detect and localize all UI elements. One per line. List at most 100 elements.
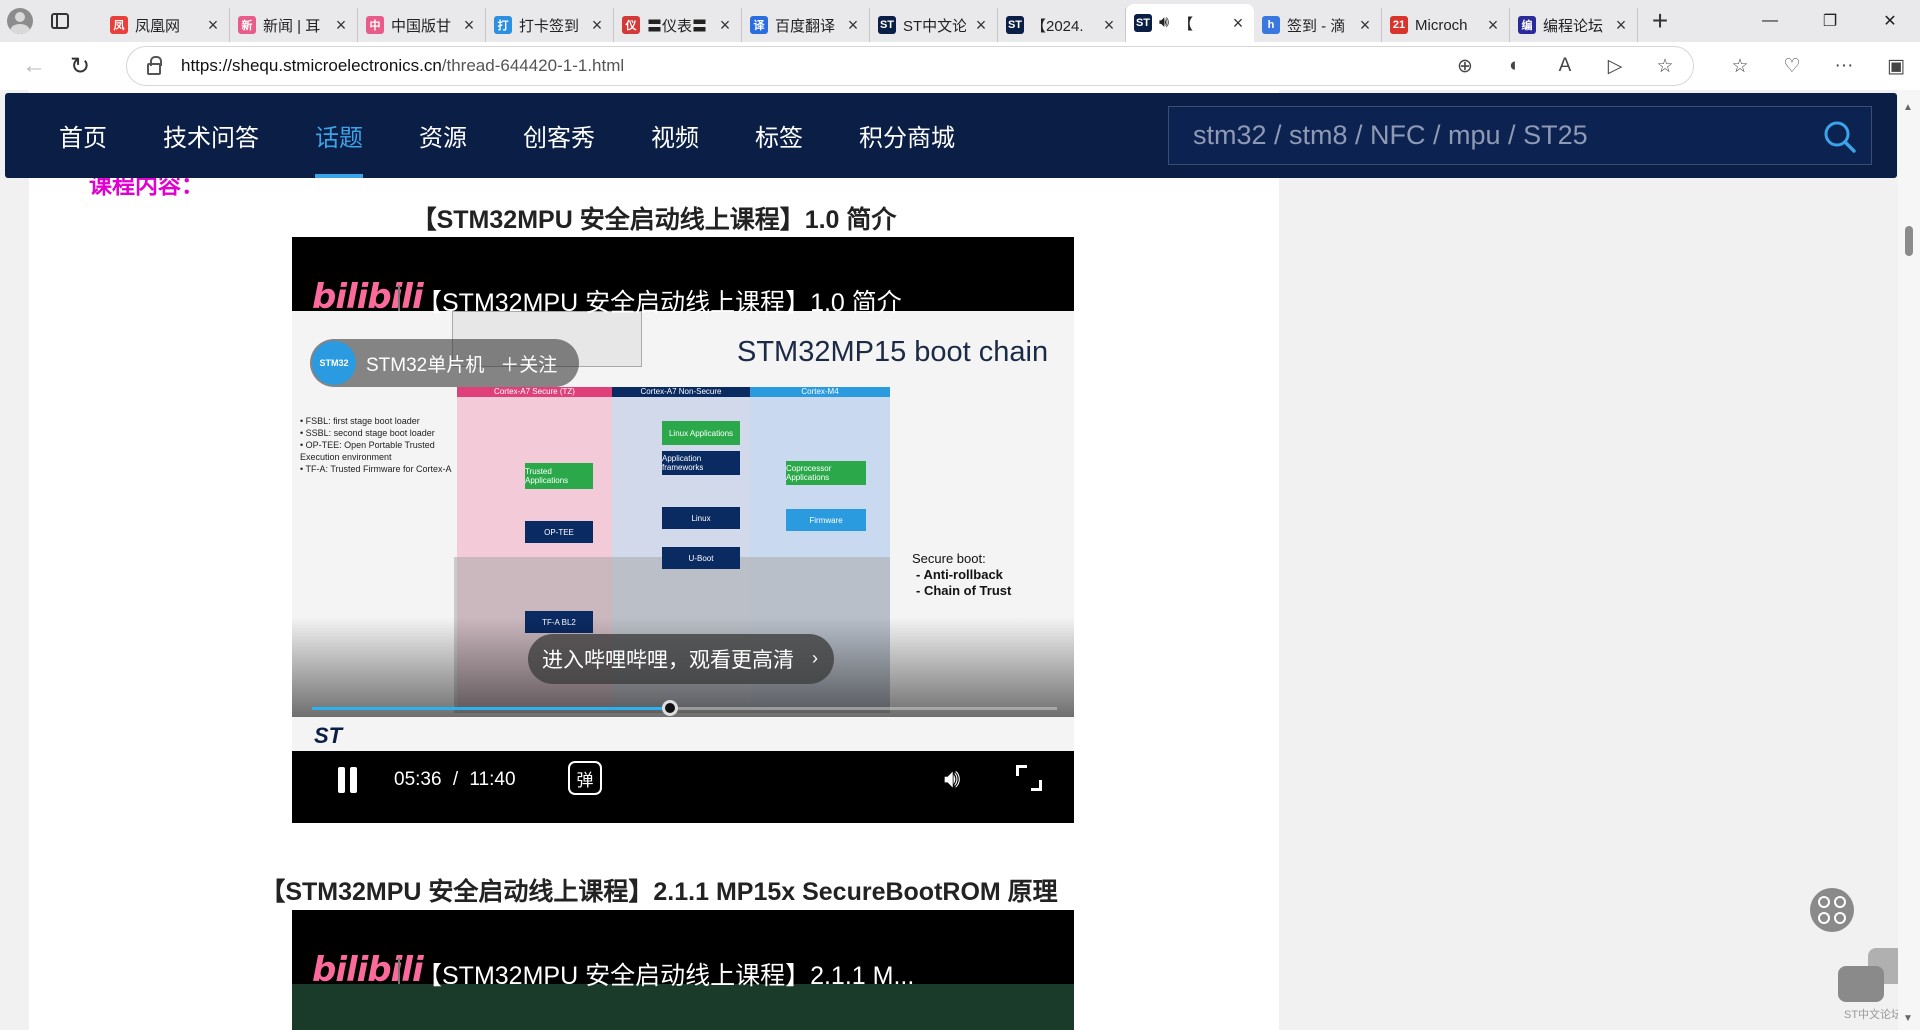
- open-bilibili-button[interactable]: 进入哔哩哔哩，观看更高清 ›: [528, 634, 834, 684]
- tab-close-icon[interactable]: ×: [845, 15, 861, 36]
- restore-button[interactable]: ❐: [1800, 0, 1860, 42]
- video1-player[interactable]: STM32MP15 boot chain • FSBL: first stage…: [292, 237, 1074, 823]
- chat-widget-label: ST中文论坛: [1844, 1009, 1903, 1021]
- scroll-thumb[interactable]: [1905, 226, 1913, 256]
- fullscreen-icon[interactable]: [1016, 765, 1042, 791]
- browser-tab[interactable]: 新新闻 | 耳 ×: [230, 8, 358, 42]
- video1-heading: 【STM32MPU 安全启动线上课程】1.0 简介: [411, 206, 897, 234]
- favorites-icon[interactable]: ☆: [1728, 55, 1752, 78]
- site-nav-item[interactable]: 资源: [391, 93, 495, 178]
- tab-title: 打卡签到: [519, 17, 580, 35]
- slide-box: Application frameworks: [662, 451, 740, 475]
- scroll-up-icon[interactable]: ▲: [1903, 102, 1913, 113]
- minimize-button[interactable]: —: [1740, 0, 1800, 42]
- more-menu-icon[interactable]: ···: [1832, 55, 1856, 77]
- tab-close-icon[interactable]: ×: [1101, 15, 1117, 36]
- site-nav-item[interactable]: 创客秀: [495, 93, 623, 178]
- read-aloud-icon[interactable]: A: [1553, 55, 1577, 77]
- site-nav-item[interactable]: 视频: [623, 93, 727, 178]
- browser-essentials-icon[interactable]: ♡: [1780, 55, 1804, 78]
- browser-tab[interactable]: h 签到 - 滴 ×: [1254, 8, 1382, 42]
- page-scrollbar[interactable]: ▲ ▼: [1898, 90, 1920, 1030]
- browser-tab[interactable]: 21 Microch ×: [1382, 8, 1510, 42]
- tab-close-icon[interactable]: ×: [333, 15, 349, 36]
- browser-tab[interactable]: ST 【2024. ×: [998, 8, 1126, 42]
- tab-close-icon[interactable]: ×: [1230, 13, 1246, 34]
- title-separator: [398, 958, 400, 984]
- tab-favicon-icon: ST: [878, 16, 896, 34]
- close-window-button[interactable]: ✕: [1860, 0, 1920, 42]
- browser-tab[interactable]: 仪〓仪表〓 ×: [614, 8, 742, 42]
- total-time: 11:40: [469, 769, 516, 790]
- tab-actions-icon: [51, 13, 69, 29]
- new-tab-button[interactable]: +: [1638, 0, 1682, 42]
- uploader-avatar: STM32: [312, 341, 356, 385]
- scroll-down-icon[interactable]: ▼: [1903, 1013, 1913, 1024]
- bilibili-logo[interactable]: bilibili: [312, 950, 424, 990]
- tab-close-icon[interactable]: ×: [1485, 15, 1501, 36]
- tab-favicon-icon: 中: [366, 16, 384, 34]
- search-icon[interactable]: [1823, 120, 1857, 154]
- lock-icon: [147, 55, 162, 75]
- secure-boot-item: - Chain of Trust: [916, 583, 1012, 598]
- browser-tab[interactable]: 打打卡签到 ×: [486, 8, 614, 42]
- tab-title: 【: [1178, 15, 1194, 33]
- url-field[interactable]: https://shequ.stmicroelectronics.cn/thre…: [126, 46, 1694, 86]
- chevron-right-icon: ›: [812, 648, 818, 668]
- back-button[interactable]: ←: [12, 46, 56, 86]
- edge-app-icon[interactable]: ◐: [1503, 55, 1527, 77]
- window-controls: — ❐ ✕: [1740, 0, 1920, 42]
- bilibili-logo[interactable]: bilibili: [312, 277, 424, 317]
- title-separator: [398, 285, 400, 311]
- browser-tab[interactable]: 编编程论坛 ×: [1510, 8, 1638, 42]
- site-nav-item[interactable]: 首页: [5, 93, 135, 178]
- browser-tab[interactable]: ST ST中文论 ×: [870, 8, 998, 42]
- danmu-toggle-button[interactable]: 弹: [568, 761, 602, 795]
- player-title[interactable]: 【STM32MPU 安全启动线上课程】1.0 简介: [417, 283, 902, 319]
- tab-favicon-icon: 新: [238, 16, 256, 34]
- site-nav-item[interactable]: 标签: [727, 93, 831, 178]
- browser-tab[interactable]: 凤凤凰网 ×: [102, 8, 230, 42]
- tab-close-icon[interactable]: ×: [717, 15, 733, 36]
- favorite-star-icon[interactable]: ☆: [1653, 55, 1677, 78]
- player-controls: 05:36 / 11:40 弹 🔊︎: [292, 751, 1074, 823]
- slide-title: STM32MP15 boot chain: [737, 336, 1049, 368]
- video2-player[interactable]: bilibili 【STM32MPU 安全启动线上课程】2.1.1 M...: [292, 910, 1074, 1030]
- tab-actions-button[interactable]: [40, 0, 80, 42]
- site-search: [1168, 106, 1872, 165]
- progress-bar[interactable]: [312, 700, 1057, 716]
- tab-close-icon[interactable]: ×: [1357, 15, 1373, 36]
- tab-close-icon[interactable]: ×: [589, 15, 605, 36]
- browser-tab[interactable]: 译百度翻译 ×: [742, 8, 870, 42]
- site-nav-item[interactable]: 话题: [287, 93, 391, 178]
- site-nav-item[interactable]: 积分商城: [831, 93, 983, 178]
- follow-button[interactable]: ＋关注: [500, 350, 557, 377]
- tab-close-icon[interactable]: ×: [205, 15, 221, 36]
- tab-close-icon[interactable]: ×: [1613, 15, 1629, 36]
- tab-title: 签到 - 滴: [1287, 17, 1346, 35]
- site-search-input[interactable]: [1193, 120, 1793, 151]
- sidebar-toggle-icon[interactable]: ▣: [1884, 55, 1908, 78]
- profile-button[interactable]: [0, 0, 40, 42]
- slide-box: Linux: [662, 507, 740, 529]
- time-separator: /: [452, 769, 459, 790]
- refresh-button[interactable]: ↻: [58, 46, 102, 86]
- player-title[interactable]: 【STM32MPU 安全启动线上课程】2.1.1 M...: [417, 956, 914, 992]
- progress-knob[interactable]: [661, 700, 678, 716]
- immersive-reader-icon[interactable]: ▷: [1603, 55, 1627, 78]
- tab-audio-icon[interactable]: 🔊︎: [1159, 14, 1169, 32]
- browser-tab[interactable]: ST 🔊︎ 【 ×: [1126, 4, 1254, 42]
- uploader-chip[interactable]: STM32 STM32单片机 ＋关注: [310, 339, 580, 387]
- volume-icon[interactable]: 🔊︎: [944, 763, 960, 795]
- pause-icon[interactable]: [336, 767, 360, 793]
- tab-title: 编程论坛: [1543, 17, 1604, 35]
- quick-menu-button[interactable]: [1810, 888, 1854, 932]
- tab-strip: 凤凤凰网 × 新新闻 | 耳 × 中中国版甘 × 打打卡签到 × 仪〓仪表〓 × 译百度翻译 × ST S…: [0, 0, 1920, 42]
- site-nav-item[interactable]: 技术问答: [135, 93, 287, 178]
- zoom-icon[interactable]: ⊕: [1453, 55, 1477, 78]
- tab-close-icon[interactable]: ×: [461, 15, 477, 36]
- tab-favicon-icon: ST: [1006, 16, 1024, 34]
- tab-favicon-icon: 仪: [622, 16, 640, 34]
- browser-tab[interactable]: 中中国版甘 ×: [358, 8, 486, 42]
- tab-close-icon[interactable]: ×: [973, 15, 989, 36]
